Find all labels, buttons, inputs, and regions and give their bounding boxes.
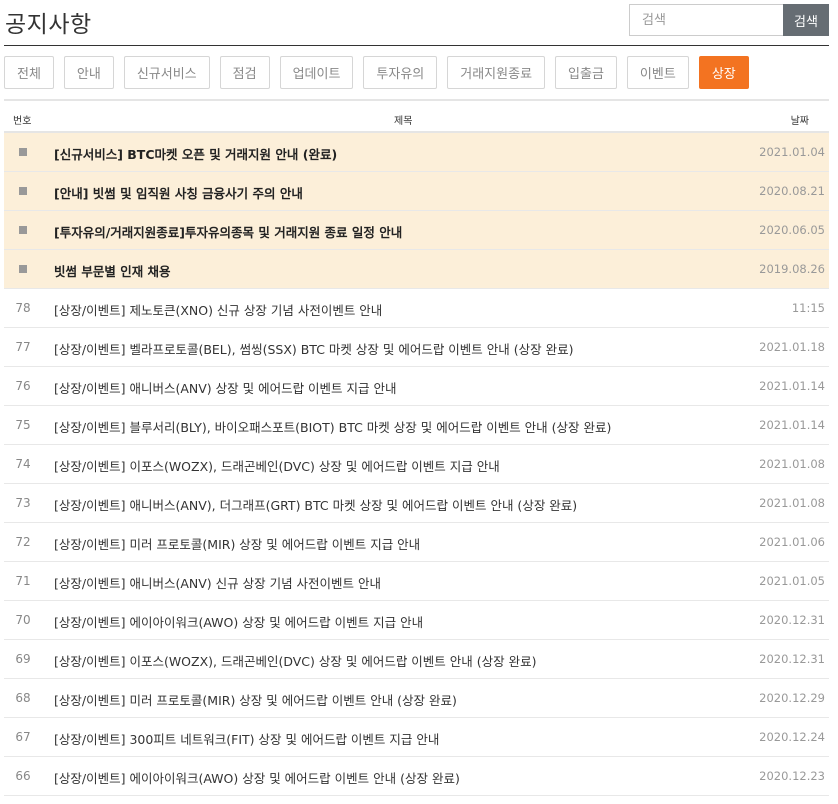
row-title-link[interactable]: [상장/이벤트] 미러 프로토콜(MIR) 상장 및 에어드랍 이벤트 안내 (… (54, 690, 457, 709)
row-date: 2020.12.29 (759, 691, 825, 705)
pinned-square-icon (19, 226, 27, 234)
tab-0[interactable]: 전체 (4, 56, 54, 89)
pinned-square-icon (19, 265, 27, 273)
tab-9[interactable]: 상장 (698, 56, 749, 89)
row-number: 66 (15, 769, 31, 783)
row-date: 2020.12.31 (759, 613, 825, 627)
table-row[interactable]: 75 [상장/이벤트] 블루서리(BLY), 바이오패스포트(BIOT) BTC … (4, 406, 829, 445)
table-row[interactable]: 66 [상장/이벤트] 에이아이워크(AWO) 상장 및 에어드랍 이벤트 안내 … (4, 757, 829, 796)
notice-title-link[interactable]: 빗썸 부문별 인재 채용 (54, 261, 171, 280)
notice-title-link[interactable]: [안내] 빗썸 및 임직원 사칭 금융사기 주의 안내 (54, 183, 303, 202)
notice-date: 2021.01.04 (759, 145, 825, 159)
column-header-title: 제목 (394, 116, 413, 127)
table-row[interactable]: 70 [상장/이벤트] 에이아이워크(AWO) 상장 및 에어드랍 이벤트 지급 … (4, 601, 829, 640)
row-date: 2021.01.14 (759, 379, 825, 393)
row-number: 77 (15, 340, 31, 354)
pinned-notice-row[interactable]: [안내] 빗썸 및 임직원 사칭 금융사기 주의 안내 2020.08.21 (4, 172, 829, 211)
category-tabs: 전체 안내 신규서비스 점검 업데이트 투자유의 거래지원종료 입출금 이벤트 상장 (4, 56, 749, 90)
row-number: 75 (15, 418, 31, 432)
table-row[interactable]: 72 [상장/이벤트] 미러 프로토콜(MIR) 상장 및 에어드랍 이벤트 지급… (4, 523, 829, 562)
row-date: 2021.01.06 (759, 535, 825, 549)
search-input[interactable] (629, 4, 783, 36)
tab-6[interactable]: 거래지원종료 (447, 56, 546, 89)
row-title-link[interactable]: [상장/이벤트] 벨라프로토콜(BEL), 썸씽(SSX) BTC 마켓 상장 … (54, 339, 573, 358)
table-row[interactable]: 71 [상장/이벤트] 애니버스(ANV) 신규 상장 기념 사전이벤트 안내 20… (4, 562, 829, 601)
tab-1[interactable]: 안내 (63, 56, 114, 89)
tab-7[interactable]: 입출금 (555, 56, 617, 89)
row-title-link[interactable]: [상장/이벤트] 제노토큰(XNO) 신규 상장 기념 사전이벤트 안내 (54, 300, 382, 319)
row-number: 76 (15, 379, 31, 393)
row-title-link[interactable]: [상장/이벤트] 애니버스(ANV) 상장 및 에어드랍 이벤트 지급 안내 (54, 378, 397, 397)
tab-5[interactable]: 투자유의 (363, 56, 438, 89)
row-number: 67 (15, 730, 31, 744)
page-header: 공지사항 검색 (4, 0, 829, 46)
tab-3[interactable]: 점검 (219, 56, 270, 89)
column-header-date: 날짜 (790, 116, 809, 127)
tab-2[interactable]: 신규서비스 (123, 56, 210, 89)
row-date: 2021.01.08 (759, 457, 825, 471)
row-number: 71 (15, 574, 31, 588)
row-date: 2021.01.18 (759, 340, 825, 354)
row-title-link[interactable]: [상장/이벤트] 블루서리(BLY), 바이오패스포트(BIOT) BTC 마켓… (54, 417, 611, 436)
row-date: 2020.12.31 (759, 652, 825, 666)
row-title-link[interactable]: [상장/이벤트] 애니버스(ANV) 신규 상장 기념 사전이벤트 안내 (54, 573, 381, 592)
table-row[interactable]: 76 [상장/이벤트] 애니버스(ANV) 상장 및 에어드랍 이벤트 지급 안내… (4, 367, 829, 406)
row-date: 2021.01.14 (759, 418, 825, 432)
row-title-link[interactable]: [상장/이벤트] 300피트 네트워크(FIT) 상장 및 에어드랍 이벤트 지… (54, 729, 439, 748)
notice-title-link[interactable]: [신규서비스] BTC마켓 오픈 및 거래지원 안내 (완료) (54, 144, 337, 163)
row-number: 72 (15, 535, 31, 549)
column-header-num: 번호 (13, 116, 32, 127)
search-button[interactable]: 검색 (783, 4, 829, 36)
tab-4[interactable]: 업데이트 (279, 56, 354, 89)
pinned-notice-row[interactable]: [투자유의/거래지원종료]투자유의종목 및 거래지원 종료 일정 안내 2020.… (4, 211, 829, 250)
row-title-link[interactable]: [상장/이벤트] 에이아이워크(AWO) 상장 및 에어드랍 이벤트 안내 (상… (54, 768, 460, 787)
row-date: 2020.12.24 (759, 730, 825, 744)
row-title-link[interactable]: [상장/이벤트] 에이아이워크(AWO) 상장 및 에어드랍 이벤트 지급 안내 (54, 612, 423, 631)
row-date: 2021.01.05 (759, 574, 825, 588)
notice-date: 2020.08.21 (759, 184, 825, 198)
row-number: 78 (15, 301, 31, 315)
table-row[interactable]: 73 [상장/이벤트] 애니버스(ANV), 더그래프(GRT) BTC 마켓 상… (4, 484, 829, 523)
row-title-link[interactable]: [상장/이벤트] 이포스(WOZX), 드래곤베인(DVC) 상장 및 에어드랍… (54, 456, 500, 475)
table-row[interactable]: 77 [상장/이벤트] 벨라프로토콜(BEL), 썸씽(SSX) BTC 마켓 상… (4, 328, 829, 367)
pinned-square-icon (19, 187, 27, 195)
row-number: 70 (15, 613, 31, 627)
table-row[interactable]: 74 [상장/이벤트] 이포스(WOZX), 드래곤베인(DVC) 상장 및 에어… (4, 445, 829, 484)
row-title-link[interactable]: [상장/이벤트] 이포스(WOZX), 드래곤베인(DVC) 상장 및 에어드랍… (54, 651, 536, 670)
table-header: 번호 제목 날짜 (4, 99, 829, 133)
row-date: 11:15 (791, 301, 825, 315)
notice-table: 번호 제목 날짜 [신규서비스] BTC마켓 오픈 및 거래지원 안내 (완료)… (4, 99, 829, 796)
table-row[interactable]: 78 [상장/이벤트] 제노토큰(XNO) 신규 상장 기념 사전이벤트 안내 11… (4, 289, 829, 328)
row-title-link[interactable]: [상장/이벤트] 애니버스(ANV), 더그래프(GRT) BTC 마켓 상장 … (54, 495, 577, 514)
pinned-square-icon (19, 148, 27, 156)
table-row[interactable]: 69 [상장/이벤트] 이포스(WOZX), 드래곤베인(DVC) 상장 및 에어… (4, 640, 829, 679)
pinned-notice-row[interactable]: 빗썸 부문별 인재 채용 2019.08.26 (4, 250, 829, 289)
row-date: 2021.01.08 (759, 496, 825, 510)
row-number: 68 (15, 691, 31, 705)
notice-date: 2020.06.05 (759, 223, 825, 237)
table-row[interactable]: 67 [상장/이벤트] 300피트 네트워크(FIT) 상장 및 에어드랍 이벤트… (4, 718, 829, 757)
table-row[interactable]: 68 [상장/이벤트] 미러 프로토콜(MIR) 상장 및 에어드랍 이벤트 안내… (4, 679, 829, 718)
notice-title-link[interactable]: [투자유의/거래지원종료]투자유의종목 및 거래지원 종료 일정 안내 (54, 222, 402, 241)
pinned-notice-row[interactable]: [신규서비스] BTC마켓 오픈 및 거래지원 안내 (완료) 2021.01.0… (4, 133, 829, 172)
row-number: 73 (15, 496, 31, 510)
row-number: 74 (15, 457, 31, 471)
search-bar: 검색 (629, 4, 829, 36)
row-number: 69 (15, 652, 31, 666)
table-body: [신규서비스] BTC마켓 오픈 및 거래지원 안내 (완료) 2021.01.0… (4, 133, 829, 796)
notice-date: 2019.08.26 (759, 262, 825, 276)
row-date: 2020.12.23 (759, 769, 825, 783)
row-title-link[interactable]: [상장/이벤트] 미러 프로토콜(MIR) 상장 및 에어드랍 이벤트 지급 안… (54, 534, 420, 553)
tab-8[interactable]: 이벤트 (626, 56, 689, 89)
page-title: 공지사항 (5, 12, 92, 38)
